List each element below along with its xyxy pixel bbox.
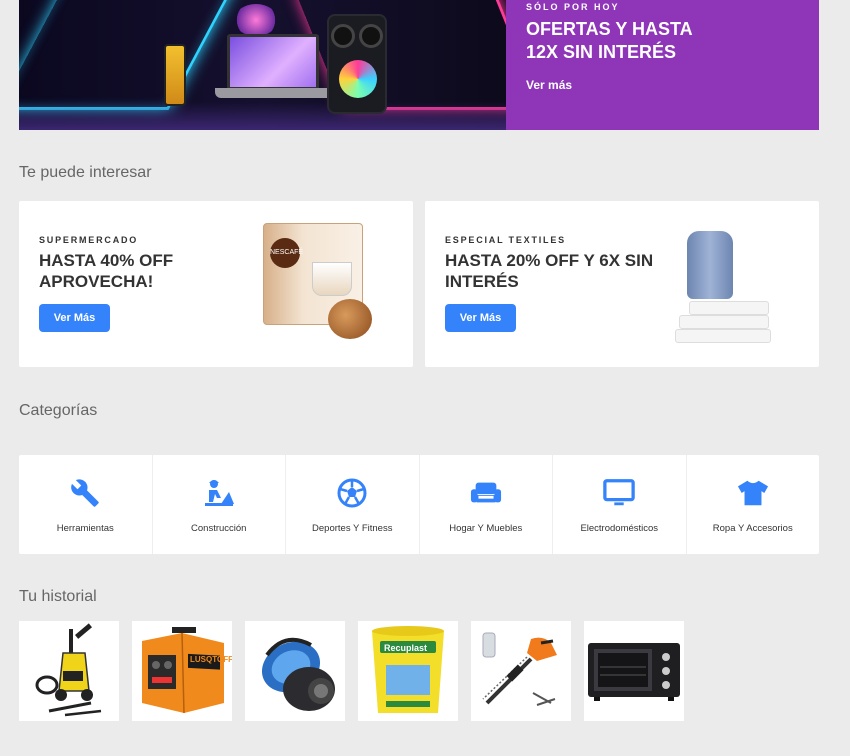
promo-kicker: SUPERMERCADO	[39, 235, 139, 245]
category-label: Deportes Y Fitness	[312, 523, 393, 534]
promo-card-supermercado[interactable]: SUPERMERCADO HASTA 40% OFF APROVECHA! Ve…	[19, 201, 413, 367]
categories-grid: Herramientas Construcción Deportes Y Fit…	[19, 455, 819, 554]
promo-card-textiles[interactable]: ESPECIAL TEXTILES HASTA 20% OFF Y 6X SIN…	[425, 201, 819, 367]
history-item-welder[interactable]: LUSQTOFF	[132, 621, 232, 721]
hero-see-more-link[interactable]: Ver más	[526, 78, 572, 92]
electric-oven-icon	[588, 643, 680, 701]
category-label: Herramientas	[56, 523, 114, 534]
tshirt-icon	[737, 477, 769, 509]
welding-machine-icon: LUSQTOFF	[142, 627, 232, 714]
hero-info-panel: SÓLO POR HOY OFERTAS Y HASTA 12X SIN INT…	[506, 0, 819, 130]
vacuum-cleaner-icon	[261, 637, 335, 711]
promo-see-more-button[interactable]: Ver Más	[39, 304, 110, 332]
category-ropa[interactable]: Ropa Y Accesorios	[687, 455, 820, 554]
speaker-icon	[327, 14, 387, 114]
coffee-capsules-image: NESCAFÉ	[253, 221, 383, 346]
history-item-pressure-washer[interactable]	[19, 621, 119, 721]
sofa-icon	[470, 477, 502, 509]
category-label: Construcción	[191, 523, 247, 534]
brand-label: Recuplast	[384, 643, 427, 653]
history-item-oven[interactable]	[584, 621, 684, 721]
history-item-paint-bucket[interactable]: Recuplast	[358, 621, 458, 721]
laptop-icon	[227, 34, 319, 90]
paint-bucket-icon: Recuplast	[372, 626, 444, 713]
hero-image	[19, 0, 506, 130]
category-label: Ropa Y Accesorios	[712, 523, 793, 534]
promo-see-more-button[interactable]: Ver Más	[445, 304, 516, 332]
promo-title: HASTA 20% OFF Y 6X SIN INTERÉS	[445, 251, 654, 291]
phone-icon	[164, 44, 186, 106]
history-item-vacuum[interactable]	[245, 621, 345, 721]
category-hogar[interactable]: Hogar Y Muebles	[420, 455, 553, 554]
monitor-icon	[603, 477, 636, 509]
promo-title: HASTA 40% OFF APROVECHA!	[39, 251, 174, 291]
category-construccion[interactable]: Construcción	[153, 455, 286, 554]
hero-kicker: SÓLO POR HOY	[526, 2, 620, 12]
history-item-hedge-trimmer[interactable]	[471, 621, 571, 721]
soccer-ball-icon	[336, 477, 368, 509]
hero-title: OFERTAS Y HASTA 12X SIN INTERÉS	[526, 19, 693, 62]
interest-section-title: Te puede interesar	[19, 164, 152, 181]
hedge-trimmer-icon	[482, 632, 557, 706]
category-herramientas[interactable]: Herramientas	[19, 455, 153, 554]
textiles-image	[659, 221, 789, 346]
wrench-icon	[69, 477, 101, 509]
category-label: Hogar Y Muebles	[449, 523, 523, 534]
category-electrodomesticos[interactable]: Electrodomésticos	[553, 455, 687, 554]
pressure-washer-icon	[35, 623, 102, 717]
categories-section-title: Categorías	[19, 402, 98, 419]
hero-banner[interactable]: SÓLO POR HOY OFERTAS Y HASTA 12X SIN INT…	[19, 0, 819, 130]
category-deportes[interactable]: Deportes Y Fitness	[286, 455, 420, 554]
brand-label: LUSQTOFF	[190, 655, 232, 664]
category-label: Electrodomésticos	[580, 523, 659, 534]
history-section-title: Tu historial	[19, 588, 97, 605]
construction-worker-icon	[203, 477, 235, 509]
history-list: LUSQTOFF Recuplast	[19, 621, 684, 721]
promo-kicker: ESPECIAL TEXTILES	[445, 235, 566, 245]
